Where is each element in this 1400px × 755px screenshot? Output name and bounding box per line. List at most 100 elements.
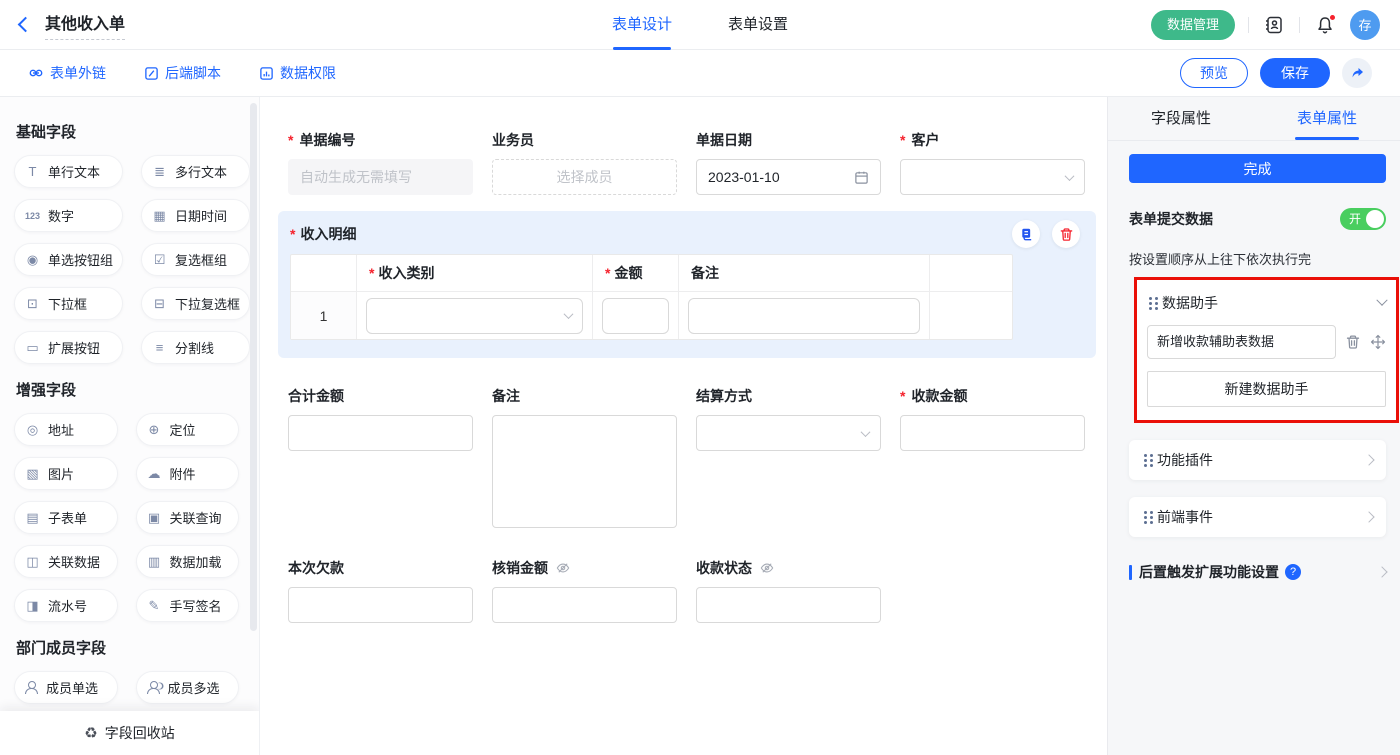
copy-subform-button[interactable] <box>1012 220 1040 248</box>
page-title: 其他收入单 <box>45 10 125 40</box>
field-pill-serial-number[interactable]: ◨流水号 <box>14 589 118 622</box>
data-helper-item-name[interactable]: 新增收款辅助表数据 <box>1147 325 1336 359</box>
field-total-amount[interactable]: 合计金额 <box>288 386 473 451</box>
field-pill-attachment[interactable]: ☁附件 <box>136 457 240 490</box>
field-pill-member-single[interactable]: 成员单选 <box>14 671 118 704</box>
help-icon[interactable]: ? <box>1285 564 1301 580</box>
frontend-event-card[interactable]: 前端事件 <box>1129 497 1386 537</box>
field-pill-signature[interactable]: ✎手写签名 <box>136 589 240 622</box>
customer-select[interactable] <box>900 159 1085 195</box>
field-pill-number[interactable]: 123数字 <box>14 199 123 232</box>
total-amount-input[interactable] <box>288 415 473 451</box>
submit-data-toggle[interactable]: 开 <box>1340 208 1386 230</box>
writeoff-amount-input[interactable] <box>492 587 677 623</box>
delete-subform-button[interactable] <box>1052 220 1080 248</box>
field-library-sidebar: 基础字段 T单行文本 ≣多行文本 123数字 ▦日期时间 ◉单选按钮组 ☑复选框… <box>0 97 260 755</box>
save-button[interactable]: 保存 <box>1260 58 1330 88</box>
new-data-helper-button[interactable]: 新建数据助手 <box>1147 371 1386 407</box>
field-pill-member-multi[interactable]: 成员多选 <box>136 671 240 704</box>
calendar-icon: ▦ <box>151 208 168 224</box>
subform-header-index <box>291 255 357 292</box>
amount-input[interactable] <box>602 298 669 334</box>
tab-form-settings[interactable]: 表单设置 <box>728 0 788 50</box>
delete-item-icon[interactable] <box>1345 334 1361 350</box>
backend-script-button[interactable]: 后端脚本 <box>144 63 221 83</box>
bill-number-input[interactable]: 自动生成无需填写 <box>288 159 473 195</box>
bill-date-input[interactable]: 2023-01-10 <box>696 159 881 195</box>
field-pill-relation-query[interactable]: ▣关联查询 <box>136 501 240 534</box>
field-pill-extend-button[interactable]: ▭扩展按钮 <box>14 331 123 364</box>
field-settlement-method[interactable]: 结算方式 <box>696 386 881 451</box>
pen-icon: ✎ <box>146 598 163 614</box>
address-pin-icon: ◎ <box>24 422 41 438</box>
field-pill-relation-data[interactable]: ◫关联数据 <box>14 545 118 578</box>
preview-button[interactable]: 预览 <box>1180 58 1248 88</box>
data-permission-button[interactable]: 数据权限 <box>259 63 336 83</box>
field-pill-multi-line-text[interactable]: ≣多行文本 <box>141 155 250 188</box>
post-trigger-settings[interactable]: 后置触发扩展功能设置 ? <box>1129 562 1386 582</box>
field-bill-date[interactable]: 单据日期 2023-01-10 <box>696 130 881 195</box>
field-pill-subform[interactable]: ▤子表单 <box>14 501 118 534</box>
current-debt-input[interactable] <box>288 587 473 623</box>
drag-handle-icon[interactable] <box>1144 511 1147 514</box>
field-pill-image[interactable]: ▧图片 <box>14 457 118 490</box>
field-writeoff-amount[interactable]: 核销金额 <box>492 558 677 623</box>
receipt-status-input[interactable] <box>696 587 881 623</box>
field-pill-datetime[interactable]: ▦日期时间 <box>141 199 250 232</box>
back-icon[interactable] <box>18 17 34 33</box>
data-helper-header[interactable]: 数据助手 <box>1147 289 1386 317</box>
avatar[interactable]: 存 <box>1350 10 1380 40</box>
multi-dropdown-icon: ⊟ <box>151 296 168 312</box>
field-receipt-status[interactable]: 收款状态 <box>696 558 881 623</box>
field-pill-divider[interactable]: ≡分割线 <box>141 331 250 364</box>
drag-handle-icon[interactable] <box>1149 297 1152 300</box>
notification-dot <box>1329 14 1336 21</box>
salesman-picker[interactable]: 选择成员 <box>492 159 677 195</box>
field-salesman[interactable]: 业务员 选择成员 <box>492 130 677 195</box>
field-pill-single-line-text[interactable]: T单行文本 <box>14 155 123 188</box>
tab-form-design[interactable]: 表单设计 <box>612 0 672 50</box>
tab-field-properties[interactable]: 字段属性 <box>1108 97 1254 140</box>
plugin-card[interactable]: 功能插件 <box>1129 440 1386 480</box>
divider-icon: ≡ <box>151 340 168 355</box>
field-current-debt[interactable]: 本次欠款 <box>288 558 473 623</box>
tab-form-properties[interactable]: 表单属性 <box>1254 97 1400 140</box>
notification-bell-icon[interactable] <box>1313 13 1337 37</box>
field-pill-select[interactable]: ⊡下拉框 <box>14 287 123 320</box>
row-extra-cell <box>930 292 1012 339</box>
chevron-down-icon <box>564 309 574 319</box>
field-customer[interactable]: *客户 <box>900 130 1085 195</box>
field-bill-number[interactable]: *单据编号 自动生成无需填写 <box>288 130 473 195</box>
chevron-down-icon[interactable] <box>1376 295 1387 306</box>
income-category-select[interactable] <box>366 298 583 334</box>
field-pill-data-load[interactable]: ▥数据加载 <box>136 545 240 578</box>
data-helper-item: 新增收款辅助表数据 <box>1147 325 1386 359</box>
share-button[interactable] <box>1342 58 1372 88</box>
field-pill-checkbox-group[interactable]: ☑复选框组 <box>141 243 250 276</box>
subform-icon: ▤ <box>24 510 41 526</box>
cloud-upload-icon: ☁ <box>146 466 163 482</box>
remark-textarea[interactable] <box>492 415 677 528</box>
field-recycle-bin[interactable]: ♻ 字段回收站 <box>0 711 259 755</box>
drag-handle-icon[interactable] <box>1144 454 1147 457</box>
people-icon <box>146 681 161 694</box>
done-button[interactable]: 完成 <box>1129 154 1386 183</box>
settlement-select[interactable] <box>696 415 881 451</box>
field-pill-address[interactable]: ◎地址 <box>14 413 118 446</box>
contacts-icon[interactable] <box>1262 13 1286 37</box>
sidebar-scrollbar[interactable] <box>250 103 257 631</box>
remark-input[interactable] <box>688 298 920 334</box>
field-pill-multi-select[interactable]: ⊟下拉复选框 <box>141 287 250 320</box>
data-manage-button[interactable]: 数据管理 <box>1151 10 1235 40</box>
move-item-icon[interactable] <box>1370 334 1386 350</box>
income-detail-subform[interactable]: *收入明细 <box>278 211 1096 358</box>
field-pill-location[interactable]: ⊕定位 <box>136 413 240 446</box>
image-icon: ▧ <box>24 466 41 482</box>
number-icon: 123 <box>24 211 41 221</box>
received-amount-input[interactable] <box>900 415 1085 451</box>
submit-data-label: 表单提交数据 <box>1129 209 1213 229</box>
field-remark[interactable]: 备注 <box>492 386 677 528</box>
field-received-amount[interactable]: *收款金额 <box>900 386 1085 451</box>
field-pill-radio-group[interactable]: ◉单选按钮组 <box>14 243 123 276</box>
external-link-button[interactable]: 表单外链 <box>28 63 106 83</box>
